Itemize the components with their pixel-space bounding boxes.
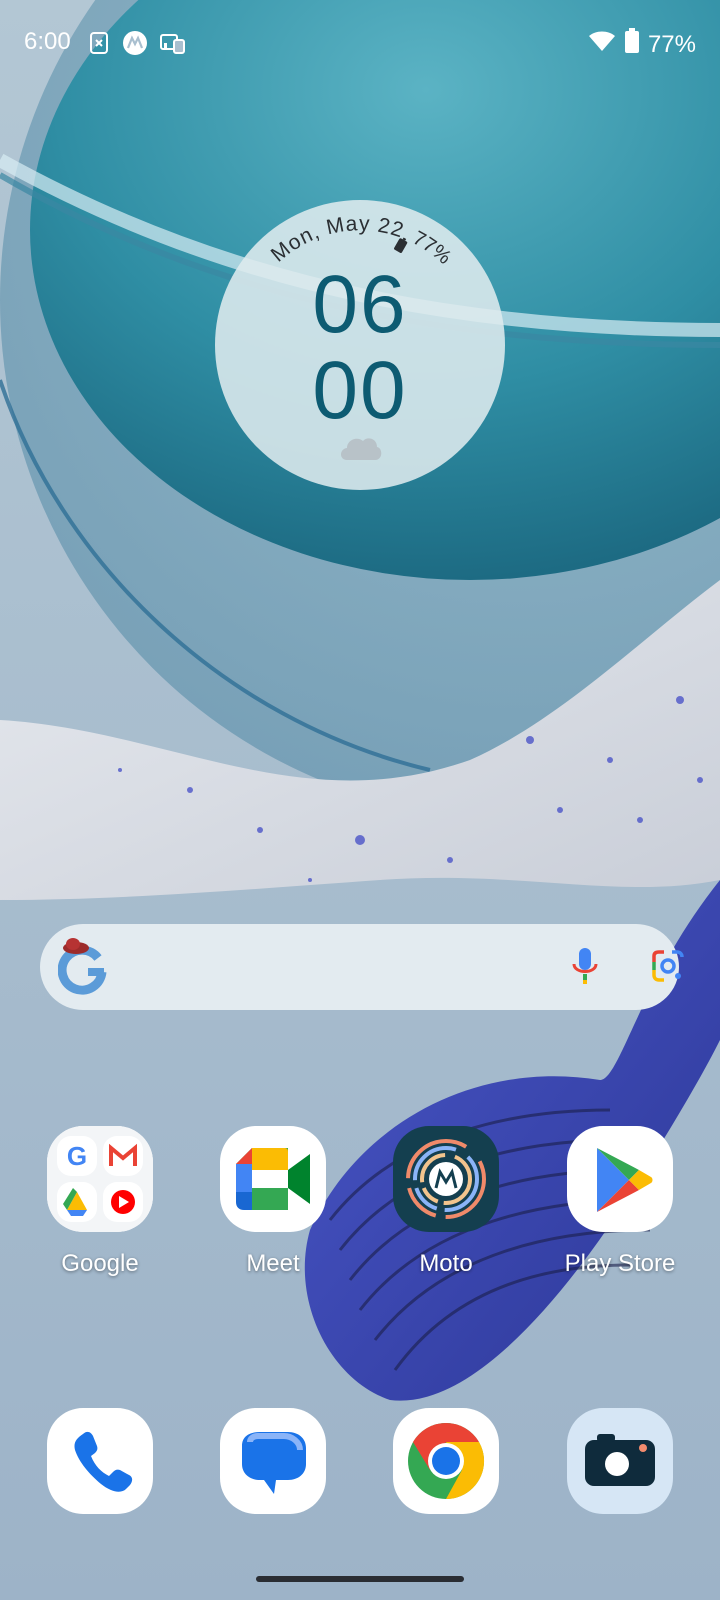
meet-icon bbox=[220, 1126, 326, 1232]
screenshot-dismiss-icon bbox=[86, 30, 112, 56]
app-label-google: Google bbox=[61, 1250, 139, 1277]
play-store-icon bbox=[567, 1126, 673, 1232]
google-folder-icon: G bbox=[47, 1126, 153, 1232]
svg-text:77%: 77% bbox=[409, 227, 455, 269]
dock-messages[interactable] bbox=[203, 1408, 343, 1514]
messages-icon bbox=[220, 1408, 326, 1514]
camera-icon bbox=[567, 1408, 673, 1514]
motorola-icon bbox=[122, 30, 148, 56]
google-search-bar[interactable] bbox=[40, 924, 684, 1010]
home-indicator[interactable] bbox=[256, 1576, 464, 1582]
app-play-store[interactable]: Play Store bbox=[550, 1126, 690, 1278]
app-google-folder[interactable]: G Google bbox=[30, 1126, 170, 1278]
connected-devices-icon bbox=[160, 30, 186, 56]
clock-hours: 06 bbox=[312, 259, 408, 350]
app-label-play-store: Play Store bbox=[564, 1250, 676, 1277]
phone-icon bbox=[47, 1408, 153, 1514]
app-label-moto: Moto bbox=[419, 1250, 473, 1277]
status-bar: 6:00 77% bbox=[0, 0, 720, 88]
status-time: 6:00 bbox=[24, 28, 71, 55]
app-meet[interactable]: Meet bbox=[203, 1126, 343, 1278]
dock-chrome[interactable] bbox=[376, 1408, 516, 1514]
google-lens-icon[interactable] bbox=[650, 948, 686, 989]
svg-text:G: G bbox=[67, 1141, 87, 1171]
battery-percent: 77% bbox=[647, 30, 696, 58]
app-moto[interactable]: Moto bbox=[376, 1126, 516, 1278]
app-label-meet: Meet bbox=[246, 1250, 300, 1277]
clock-battery: 77% bbox=[409, 227, 455, 269]
google-g-icon[interactable] bbox=[57, 938, 114, 998]
battery-icon bbox=[624, 28, 640, 61]
wifi-icon bbox=[588, 30, 616, 59]
chrome-icon bbox=[393, 1408, 499, 1514]
clock-widget[interactable]: Mon, May 22 77% 06 00 bbox=[215, 200, 505, 490]
dock-phone[interactable] bbox=[30, 1408, 170, 1514]
cloud-icon bbox=[337, 432, 383, 467]
dock-camera[interactable] bbox=[550, 1408, 690, 1514]
moto-icon bbox=[393, 1126, 499, 1232]
clock-minutes: 00 bbox=[312, 345, 408, 436]
mic-icon[interactable] bbox=[570, 946, 600, 993]
